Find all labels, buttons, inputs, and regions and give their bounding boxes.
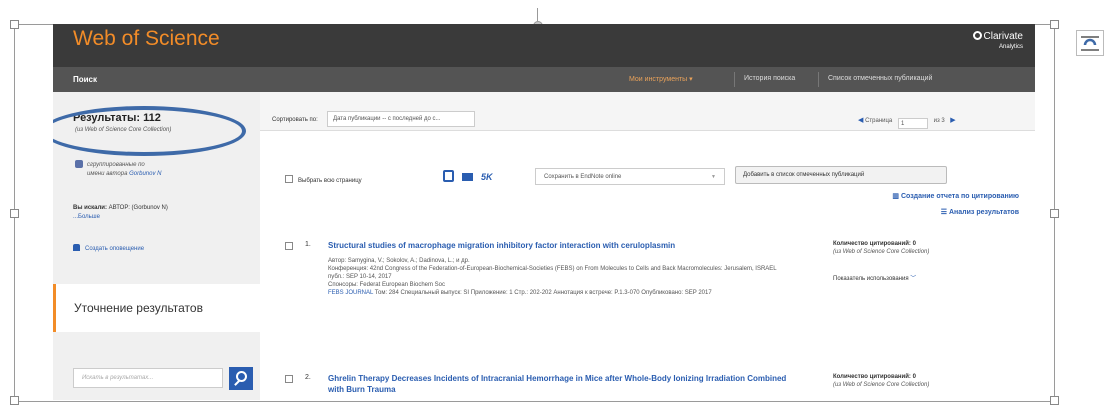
next-page-icon[interactable]: ▶ [946, 117, 955, 124]
search-icon[interactable] [229, 367, 253, 390]
mail-icon[interactable] [462, 173, 473, 181]
record-checkbox[interactable] [285, 375, 293, 383]
nav-bar: Поиск Мои инструменты ▾ История поиска С… [53, 67, 1035, 92]
clarivate-mark-icon [972, 31, 982, 40]
wos-logo[interactable]: Web of Science [73, 27, 220, 51]
refine-results-header: Уточнение результатов [53, 284, 260, 332]
refine-search-input[interactable]: Искать в результатах... [73, 368, 223, 388]
usage-metrics[interactable]: Показатель использования ﹀ [833, 273, 916, 282]
sort-label: Сортировать по: [272, 117, 318, 123]
author-name-link[interactable]: Gorbunov N [129, 171, 161, 177]
clarivate-logo: Clarivate Analytics [972, 31, 1023, 52]
author-icon [75, 160, 83, 168]
nav-marked-list[interactable]: Список отмеченных публикаций [828, 75, 932, 82]
record-checkbox[interactable] [285, 242, 293, 250]
chevron-down-icon: ﹀ [910, 276, 917, 282]
nav-search[interactable]: Поиск [73, 75, 97, 84]
print-icon[interactable] [443, 170, 454, 182]
analyze-results-link[interactable]: ☰ Анализ результатов [941, 208, 1019, 216]
resize-handle-mr[interactable] [1050, 209, 1059, 218]
search-query: Вы искали: АВТОР: (Gorbunov N) ...Больше [73, 205, 168, 220]
top-bar: Web of Science Clarivate Analytics [53, 24, 1035, 67]
citation-count: Количество цитирований: 0 (из Web of Sci… [833, 374, 930, 388]
chevron-down-icon: ▼ [711, 174, 716, 180]
resize-handle-bl[interactable] [10, 396, 19, 405]
sort-select[interactable]: Дата публикации -- с последней до с... [327, 111, 475, 127]
results-area: Выбрать всю страницу 5K Сохранить в EndN… [260, 130, 1035, 400]
record-title[interactable]: Structural studies of macrophage migrati… [328, 240, 798, 251]
resize-handle-tr[interactable] [1050, 20, 1059, 29]
selection-frame-bottom [14, 401, 1054, 402]
record-details: Автор: Samygina, V.; Sokolov, A.; Dadino… [328, 258, 777, 296]
export-5k-button[interactable]: 5K [481, 172, 493, 182]
add-to-marked-button[interactable]: Добавить в список отмеченных публикаций [735, 166, 947, 184]
select-page-checkbox[interactable] [285, 175, 293, 183]
prev-page-icon[interactable]: ◀ [858, 117, 863, 124]
resize-handle-ml[interactable] [10, 209, 19, 218]
list-icon: ☰ [940, 209, 949, 216]
record-number: 2. [305, 374, 311, 381]
more-link[interactable]: ...Больше [73, 214, 100, 220]
chart-icon: ▥ [892, 193, 901, 200]
endnote-select[interactable]: Сохранить в EndNote online ▼ [535, 168, 725, 185]
highlight-ellipse [53, 106, 246, 156]
nav-my-tools[interactable]: Мои инструменты ▾ [629, 75, 693, 83]
resize-handle-tl[interactable] [10, 20, 19, 29]
record-number: 1. [305, 241, 311, 248]
pagination: ◀ Страница 1 из 3 ▶ [858, 117, 956, 129]
sort-bar: Сортировать по: Дата публикации -- с пос… [260, 92, 1035, 131]
record-title[interactable]: Ghrelin Therapy Decreases Incidents of I… [328, 373, 798, 395]
nav-search-history[interactable]: История поиска [744, 75, 795, 82]
layout-options-icon[interactable] [1076, 30, 1104, 56]
sidebar: Результаты: 112 (из Web of Science Core … [53, 92, 260, 400]
web-of-science-screenshot: Web of Science Clarivate Analytics Поиск… [53, 24, 1035, 400]
nav-separator [818, 72, 819, 87]
list-item: 1. Structural studies of macrophage migr… [260, 240, 1035, 360]
nav-separator [734, 72, 735, 87]
citation-report-link[interactable]: ▥ Создание отчета по цитированию [892, 192, 1019, 200]
author-grouping[interactable]: сгруппированные по имени автора Gorbunov… [87, 161, 161, 179]
list-item: 2. Ghrelin Therapy Decreases Incidents o… [260, 373, 1035, 400]
rotation-stem [537, 8, 538, 21]
citation-count: Количество цитирований: 0 (из Web of Sci… [833, 241, 930, 255]
create-alert-link[interactable]: Создать оповещение [73, 244, 144, 252]
bell-icon [73, 244, 80, 251]
journal-link[interactable]: FEBS JOURNAL [328, 290, 373, 296]
page-input[interactable]: 1 [897, 118, 928, 129]
select-page[interactable]: Выбрать всю страницу [285, 175, 362, 184]
resize-handle-br[interactable] [1050, 396, 1059, 405]
